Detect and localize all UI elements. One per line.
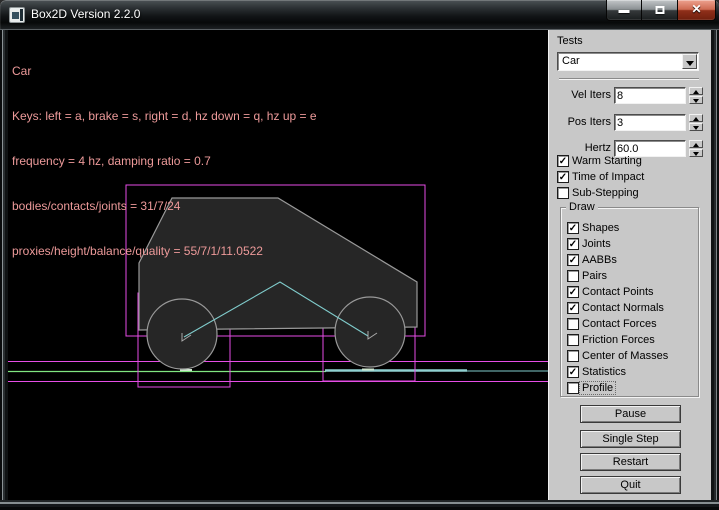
checkbox-label: Pairs bbox=[582, 270, 607, 282]
checkbox-box[interactable] bbox=[567, 318, 579, 330]
checkbox-box[interactable] bbox=[567, 350, 579, 362]
restart-button[interactable]: Restart bbox=[580, 453, 681, 471]
window-border-bottom bbox=[0, 500, 719, 510]
checkbox-label: Warm Starting bbox=[572, 155, 642, 167]
stats-line: proxies/height/balance/quality = 55/7/1/… bbox=[12, 244, 317, 259]
statistics-text: Car Keys: left = a, brake = s, right = d… bbox=[12, 34, 317, 289]
pos-iters-label: Pos Iters bbox=[549, 116, 611, 128]
checkbox-box[interactable]: ✓ bbox=[567, 254, 579, 266]
pause-button[interactable]: Pause bbox=[580, 405, 681, 423]
app-icon bbox=[9, 7, 25, 23]
pos-iters-up-button[interactable] bbox=[689, 114, 703, 122]
checkbox-label: Sub-Stepping bbox=[572, 187, 639, 199]
vel-iters-input[interactable] bbox=[617, 89, 681, 102]
maximize-icon bbox=[655, 6, 664, 14]
window-border-left bbox=[0, 30, 8, 500]
stats-line: frequency = 4 hz, damping ratio = 0.7 bbox=[12, 154, 317, 169]
window-controls: ✕ bbox=[606, 0, 716, 21]
hertz-down-button[interactable] bbox=[689, 149, 703, 157]
separator bbox=[559, 78, 699, 80]
checkbox-label: Profile bbox=[579, 381, 616, 395]
tests-dropdown[interactable]: Car bbox=[557, 52, 699, 71]
checkbox-label: Time of Impact bbox=[572, 171, 644, 183]
minimize-icon bbox=[619, 10, 630, 13]
tests-label: Tests bbox=[557, 35, 583, 47]
close-icon: ✕ bbox=[678, 0, 715, 20]
stats-line: Keys: left = a, brake = s, right = d, hz… bbox=[12, 109, 317, 124]
hertz-label: Hertz bbox=[549, 142, 611, 154]
checkbox-label: Contact Normals bbox=[582, 302, 664, 314]
vel-iters-label: Vel Iters bbox=[549, 89, 611, 101]
vel-iters-row: Vel Iters bbox=[549, 87, 712, 104]
checkbox-label: Contact Forces bbox=[582, 318, 657, 330]
checkbox-box[interactable]: ✓ bbox=[557, 171, 569, 183]
hertz-up-button[interactable] bbox=[689, 140, 703, 148]
close-button[interactable]: ✕ bbox=[678, 0, 716, 21]
checkbox-box[interactable] bbox=[567, 270, 579, 282]
car-wheel-right bbox=[335, 297, 405, 367]
hertz-input[interactable] bbox=[617, 142, 681, 155]
checkbox-box[interactable]: ✓ bbox=[567, 366, 579, 378]
pos-iters-down-button[interactable] bbox=[689, 123, 703, 131]
spinner-up-icon bbox=[693, 117, 699, 121]
vel-iters-field[interactable] bbox=[614, 87, 686, 104]
window-border-right bbox=[711, 30, 719, 500]
hertz-spinner bbox=[689, 140, 703, 157]
chevron-down-icon bbox=[686, 61, 694, 66]
checkbox-label: Statistics bbox=[582, 366, 626, 378]
checkbox-label: Friction Forces bbox=[582, 334, 655, 346]
checkbox-box[interactable] bbox=[567, 382, 579, 394]
tests-dropdown-value: Car bbox=[562, 55, 580, 67]
checkbox-box[interactable] bbox=[567, 334, 579, 346]
checkbox-box[interactable]: ✓ bbox=[557, 155, 569, 167]
checkbox-label: AABBs bbox=[582, 254, 617, 266]
spinner-up-icon bbox=[693, 143, 699, 147]
checkbox-label: Shapes bbox=[582, 222, 619, 234]
spinner-down-icon bbox=[693, 99, 699, 103]
spinner-down-icon bbox=[693, 126, 699, 130]
draw-group-title: Draw bbox=[566, 201, 598, 213]
pos-iters-spinner bbox=[689, 114, 703, 131]
app-window: Box2D Version 2.2.0 ✕ bbox=[0, 0, 719, 510]
pos-iters-input[interactable] bbox=[617, 116, 681, 129]
checkbox-label: Center of Masses bbox=[582, 350, 668, 362]
checkbox-box[interactable]: ✓ bbox=[567, 222, 579, 234]
stats-line: bodies/contacts/joints = 31/7/24 bbox=[12, 199, 317, 214]
vel-iters-spinner bbox=[689, 87, 703, 104]
checkbox-box[interactable]: ✓ bbox=[567, 286, 579, 298]
checkbox-box[interactable]: ✓ bbox=[567, 302, 579, 314]
control-panel: Tests Car Vel Iters Pos Iters Hertz bbox=[548, 30, 711, 500]
vel-iters-down-button[interactable] bbox=[689, 96, 703, 104]
simulation-canvas[interactable]: Car Keys: left = a, brake = s, right = d… bbox=[8, 30, 548, 500]
spinner-down-icon bbox=[693, 152, 699, 156]
pos-iters-row: Pos Iters bbox=[549, 114, 712, 131]
stats-line: Car bbox=[12, 64, 317, 79]
title-bar[interactable]: Box2D Version 2.2.0 ✕ bbox=[0, 0, 719, 30]
tests-dropdown-button[interactable] bbox=[682, 54, 697, 69]
pos-iters-field[interactable] bbox=[614, 114, 686, 131]
checkbox-label: Joints bbox=[582, 238, 611, 250]
checkbox-box[interactable]: ✓ bbox=[567, 238, 579, 250]
spinner-up-icon bbox=[693, 90, 699, 94]
single-step-button[interactable]: Single Step bbox=[580, 430, 681, 448]
checkbox-box[interactable] bbox=[557, 187, 569, 199]
minimize-button[interactable] bbox=[606, 0, 642, 21]
maximize-button[interactable] bbox=[642, 0, 678, 21]
window-title: Box2D Version 2.2.0 bbox=[31, 0, 140, 30]
vel-iters-up-button[interactable] bbox=[689, 87, 703, 95]
checkbox-label: Contact Points bbox=[582, 286, 654, 298]
quit-button[interactable]: Quit bbox=[580, 476, 681, 494]
